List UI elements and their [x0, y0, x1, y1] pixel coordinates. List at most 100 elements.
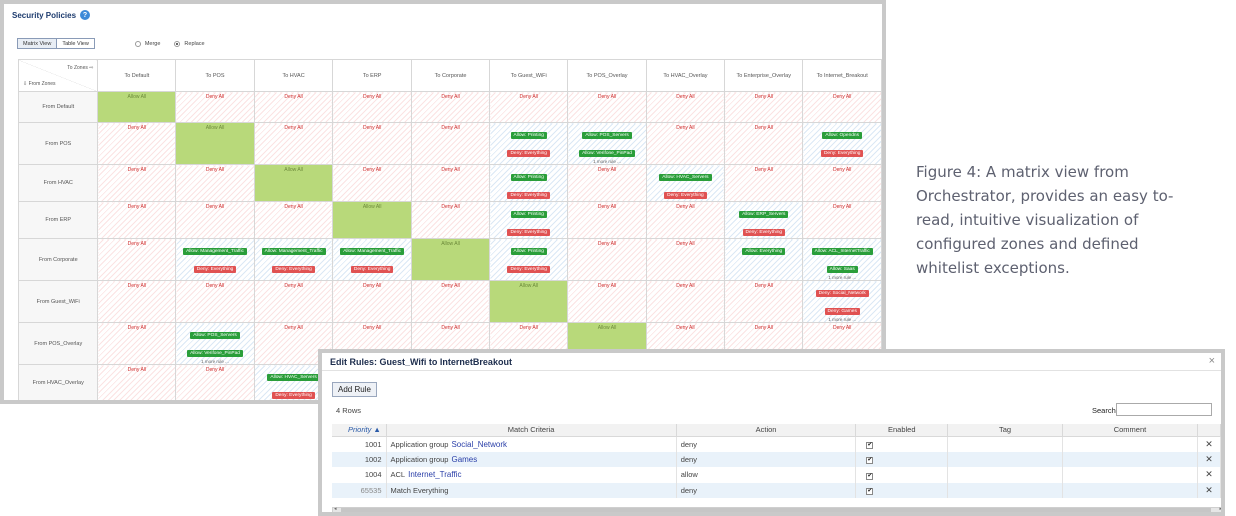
allow-rule-badge[interactable]: Allow: HVAC_Servers [659, 174, 712, 182]
column-header-match-criteria[interactable]: Match Criteria [386, 424, 677, 437]
deny-rule-badge[interactable]: Deny: Games [824, 308, 860, 316]
merge-radio[interactable] [134, 40, 141, 47]
matrix-cell[interactable]: Deny All [724, 164, 804, 203]
matrix-cell[interactable]: Deny All [645, 122, 726, 166]
matrix-cell[interactable]: Deny All [802, 164, 882, 203]
matrix-cell[interactable]: Deny All [175, 164, 255, 203]
enabled-checkbox[interactable]: ✔ [866, 442, 874, 449]
matrix-cell[interactable]: Deny All [645, 90, 726, 124]
matrix-cell[interactable]: Deny All [253, 90, 334, 124]
help-icon[interactable]: ? [80, 10, 91, 20]
matrix-cell[interactable]: Deny All [332, 280, 412, 324]
matrix-cell[interactable]: Allow All [253, 164, 334, 203]
matrix-cell[interactable]: Allow: Management_Traffic Deny: Everythin… [175, 238, 255, 282]
column-header-action[interactable]: Action [676, 424, 857, 437]
matrix-cell[interactable]: Deny All [97, 164, 177, 203]
matrix-cell[interactable]: Deny All [97, 201, 177, 240]
scroll-right-icon[interactable]: ▸ [1219, 506, 1221, 512]
matrix-cell[interactable]: Allow: Printing Deny: Everything [489, 164, 569, 203]
matrix-cell[interactable]: Deny All [567, 238, 647, 282]
rule-tag[interactable] [947, 467, 1063, 483]
scroll-thumb[interactable] [341, 508, 1211, 512]
matrix-cell[interactable]: Deny All [724, 280, 804, 324]
allow-rule-badge[interactable]: Allow: POS_Servers [190, 332, 240, 340]
rule-row[interactable]: 1001 Application group Social_Network deny ✔… [332, 436, 1221, 452]
matrix-cell[interactable]: Deny All [176, 402, 255, 404]
matrix-cell[interactable]: Deny All [97, 364, 177, 400]
allow-rule-badge[interactable]: Allow: Printing [510, 248, 547, 256]
deny-rule-badge[interactable]: Deny: Everything [742, 229, 786, 237]
allow-rule-badge[interactable]: Allow: POS_Servers [582, 132, 632, 140]
more-rules-link[interactable]: 1 more rule ... [803, 275, 881, 280]
matrix-cell[interactable]: Deny All [97, 238, 177, 282]
matrix-cell[interactable]: Deny All [567, 280, 647, 324]
matrix-cell[interactable]: Deny All [724, 90, 804, 124]
rule-action[interactable]: deny [676, 451, 857, 467]
allow-rule-badge[interactable]: Allow: Printing [510, 174, 547, 182]
more-rules-link[interactable]: 1 more rule ... [176, 359, 254, 364]
matrix-cell[interactable]: Deny All [410, 164, 491, 203]
tab-matrix-view[interactable]: Matrix View [17, 38, 58, 49]
deny-rule-badge[interactable]: Deny: Everything [193, 266, 237, 274]
matrix-cell[interactable]: Deny All [567, 201, 647, 240]
rule-comment[interactable] [1062, 436, 1198, 452]
replace-radio[interactable] [174, 40, 181, 47]
matrix-cell[interactable]: Deny All [97, 122, 177, 166]
rule-tag[interactable] [947, 436, 1063, 452]
matrix-cell[interactable]: Deny All [645, 201, 726, 240]
deny-rule-badge[interactable]: Deny: Everything [350, 266, 394, 274]
matrix-cell[interactable]: Deny All [253, 280, 334, 324]
rule-comment[interactable] [1062, 482, 1198, 498]
matrix-cell[interactable]: Deny All [175, 364, 255, 400]
matrix-cell[interactable]: Allow: POS_Servers Allow: Verifone_PinPad… [567, 122, 647, 166]
matrix-cell[interactable]: Deny All [802, 201, 882, 240]
deny-rule-badge[interactable]: Deny: Everything [272, 392, 315, 400]
rule-criteria-name-link[interactable]: Internet_Traffic [408, 470, 461, 479]
matrix-cell[interactable]: Deny All [489, 90, 569, 124]
matrix-cell[interactable]: Deny All [175, 201, 255, 240]
scroll-left-icon[interactable]: ◂ [334, 506, 337, 512]
matrix-cell[interactable]: Allow: Opendns Deny: Everything [802, 122, 882, 166]
matrix-cell[interactable]: Deny All [645, 238, 726, 282]
matrix-cell[interactable]: Deny All [332, 90, 412, 124]
allow-rule-badge[interactable]: Allow: Management_Traffic [261, 248, 326, 256]
rule-action[interactable]: deny [676, 482, 857, 498]
matrix-cell[interactable]: Allow: ACL_InternetTraffic Allow: Saas 1 m… [802, 238, 882, 282]
deny-rule-badge[interactable]: Deny: Everything [507, 192, 550, 200]
rule-criteria-name-link[interactable]: Social_Network [451, 440, 507, 449]
deny-rule-badge[interactable]: Deny: Everything [820, 150, 864, 158]
rule-tag[interactable] [947, 451, 1063, 467]
matrix-cell[interactable]: Deny All [332, 164, 412, 203]
matrix-cell[interactable]: Allow: Printing Deny: Everything [489, 122, 569, 166]
matrix-cell[interactable]: Deny All [724, 122, 804, 166]
matrix-cell[interactable]: Deny All [802, 90, 882, 124]
matrix-cell[interactable]: Deny All [97, 322, 177, 366]
matrix-cell[interactable]: Deny All [97, 280, 177, 324]
rule-row[interactable]: 1004 ACL Internet_Traffic allow ✔ ✕ [332, 467, 1221, 483]
deny-rule-badge[interactable]: Deny: Everything [507, 150, 550, 158]
close-icon[interactable]: × [1209, 355, 1215, 367]
rule-row[interactable]: 1002 Application group Games deny ✔ ✕ [332, 451, 1221, 467]
matrix-cell[interactable]: Deny All [175, 280, 255, 324]
allow-rule-badge[interactable]: Allow: HVAC_Servers [267, 374, 320, 382]
matrix-cell[interactable]: Allow: Everything [724, 238, 804, 282]
add-rule-button[interactable]: Add Rule [332, 382, 377, 397]
rule-criteria-name-link[interactable]: Games [451, 455, 477, 464]
allow-rule-badge[interactable]: Allow: Opendns [822, 132, 863, 140]
more-rules-link[interactable]: 1 more rule ... [568, 159, 645, 164]
matrix-cell[interactable]: Allow: Management_Traffic Deny: Everythin… [253, 238, 334, 282]
allow-rule-badge[interactable]: Allow: ERP_Servers [739, 211, 789, 219]
deny-rule-badge[interactable]: Deny: Everything [507, 266, 550, 274]
matrix-cell[interactable]: Deny All [253, 201, 334, 240]
rule-action[interactable]: allow [676, 467, 857, 483]
allow-rule-badge[interactable]: Allow: Everything [742, 248, 786, 256]
more-rules-link[interactable]: 1 more rule ... [803, 317, 881, 322]
enabled-checkbox[interactable]: ✔ [866, 472, 874, 480]
rule-comment[interactable] [1062, 451, 1198, 467]
allow-rule-badge[interactable]: Allow: Printing [510, 132, 547, 140]
matrix-cell[interactable]: Deny All [567, 164, 647, 203]
allow-rule-badge[interactable]: Allow: Printing [510, 211, 547, 219]
deny-rule-badge[interactable]: Deny: Everything [507, 229, 550, 237]
matrix-cell[interactable]: Deny All [645, 280, 726, 324]
rule-row[interactable]: 65535 Match Everything deny ✔ ✕ [332, 482, 1221, 498]
